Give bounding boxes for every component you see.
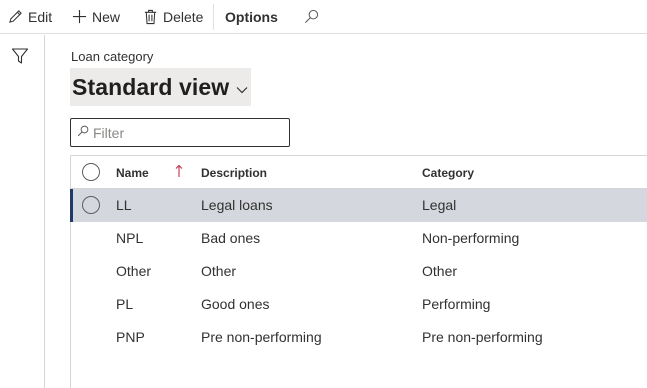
left-rail (0, 35, 45, 388)
cell-description: Pre non-performing (201, 329, 322, 345)
options-label: Options (225, 8, 278, 25)
search-icon (304, 9, 319, 24)
column-header-name[interactable]: Name (116, 166, 149, 180)
table-row[interactable]: LL Legal loans Legal (70, 189, 647, 222)
delete-label: Delete (163, 8, 204, 25)
row-select-radio[interactable] (82, 196, 100, 214)
new-button[interactable]: New (72, 0, 120, 33)
cell-name: PL (116, 296, 134, 312)
column-header-category[interactable]: Category (422, 166, 474, 180)
edit-label: Edit (28, 8, 53, 25)
column-header-description[interactable]: Description (201, 166, 267, 180)
cell-category: Performing (422, 296, 491, 312)
table-row[interactable]: PNP Pre non-performing Pre non-performin… (71, 321, 647, 354)
action-toolbar: Edit New Delete Options (0, 0, 647, 34)
cell-description: Good ones (201, 296, 270, 312)
cell-name: LL (116, 197, 132, 213)
cell-description: Other (201, 263, 237, 279)
filter-field[interactable] (70, 118, 290, 147)
selection-indicator (70, 189, 73, 222)
pencil-icon (8, 9, 23, 24)
delete-button[interactable]: Delete (143, 0, 203, 33)
table-row[interactable]: PL Good ones Performing (71, 288, 647, 321)
new-label: New (92, 8, 121, 25)
table-row[interactable]: Other Other Other (71, 255, 647, 288)
filter-pane-icon[interactable] (11, 47, 29, 65)
chevron-down-icon (236, 81, 248, 99)
sort-ascending-icon (175, 164, 183, 183)
cell-name: NPL (116, 230, 144, 246)
toolbar-divider (213, 4, 214, 30)
cell-category: Non-performing (422, 230, 520, 246)
search-button[interactable] (304, 0, 319, 33)
edit-button[interactable]: Edit (8, 0, 52, 33)
view-selector[interactable]: Standard view (70, 68, 252, 106)
options-tab[interactable]: Options (225, 0, 278, 33)
grid-header-row: Name Description Category (71, 156, 647, 189)
cell-category: Other (422, 263, 458, 279)
search-icon (77, 124, 89, 142)
main-content: Loan category Standard view Name Descrip… (46, 35, 647, 388)
cell-category: Legal (422, 197, 457, 213)
page-title: Standard view (72, 73, 230, 100)
cell-category: Pre non-performing (422, 329, 543, 345)
cell-description: Legal loans (201, 197, 273, 213)
trash-icon (143, 9, 158, 25)
cell-name: Other (116, 263, 152, 279)
loan-category-grid: Name Description Category LL Legal loans… (70, 155, 647, 388)
cell-description: Bad ones (201, 230, 261, 246)
breadcrumb: Loan category (71, 49, 154, 64)
select-all-radio[interactable] (82, 163, 100, 181)
plus-icon (72, 9, 87, 24)
filter-input[interactable] (93, 124, 273, 141)
cell-name: PNP (116, 329, 145, 345)
table-row[interactable]: NPL Bad ones Non-performing (71, 222, 647, 255)
